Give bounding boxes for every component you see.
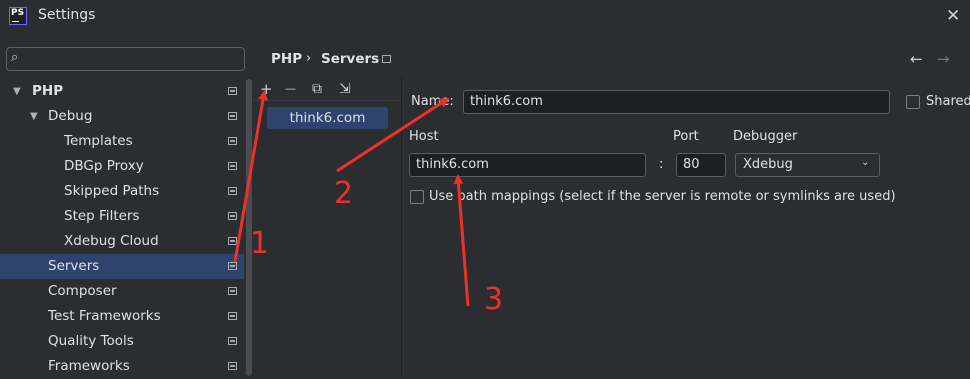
sidebar-item-label: Composer: [48, 283, 117, 299]
sidebar-item-debug[interactable]: ▼ Debug: [0, 104, 244, 129]
shared-checkbox[interactable]: [906, 95, 920, 109]
project-scope-icon: [228, 287, 237, 295]
sidebar-item-xdebug-cloud[interactable]: Xdebug Cloud: [0, 229, 244, 254]
project-scope-icon: [228, 337, 237, 345]
sidebar-item-servers[interactable]: Servers: [0, 254, 244, 279]
title-bar: [0, 0, 970, 36]
project-scope-icon: [228, 262, 237, 270]
remove-server-button[interactable]: —: [285, 80, 296, 98]
sidebar-item-label: Quality Tools: [48, 333, 134, 349]
project-scope-icon: [228, 87, 237, 95]
project-scope-icon: [228, 162, 237, 170]
project-scope-icon: [228, 137, 237, 145]
sidebar-item-label: Xdebug Cloud: [64, 233, 159, 249]
server-list-item[interactable]: think6.com: [267, 107, 388, 129]
sidebar-item-composer[interactable]: Composer: [0, 279, 244, 304]
sidebar-item-label: Skipped Paths: [64, 183, 160, 199]
import-server-button[interactable]: ⇲: [339, 80, 351, 98]
path-mappings-checkbox[interactable]: [410, 190, 424, 204]
project-scope-icon: [382, 55, 391, 63]
sidebar-item-label: Templates: [64, 133, 133, 149]
port-label: Port: [673, 129, 699, 144]
breadcrumb-separator: ›: [306, 51, 312, 66]
sidebar-item-dbgp-proxy[interactable]: DBGp Proxy: [0, 154, 244, 179]
close-icon[interactable]: ✕: [946, 6, 960, 26]
chevron-down-icon[interactable]: ⌄: [861, 157, 869, 168]
host-label: Host: [409, 129, 439, 144]
path-mappings-label[interactable]: Use path mappings (select if the server …: [429, 189, 896, 204]
project-scope-icon: [228, 112, 237, 120]
chevron-down-icon[interactable]: ▼: [30, 104, 38, 129]
phpstorm-logo-icon: PS: [9, 7, 27, 25]
name-label: Name:: [411, 94, 454, 109]
breadcrumb-php[interactable]: PHP: [271, 51, 302, 67]
shared-label[interactable]: Shared: [926, 94, 970, 109]
annotation-number-2: 2: [334, 176, 354, 211]
host-port-separator: :: [659, 157, 664, 172]
sidebar-item-label: DBGp Proxy: [64, 158, 144, 174]
sidebar-item-label: Test Frameworks: [48, 308, 161, 324]
toolbar-divider: [253, 100, 401, 101]
project-scope-icon: [228, 187, 237, 195]
annotation-number-3: 3: [484, 282, 504, 317]
sidebar-item-step-filters[interactable]: Step Filters: [0, 204, 244, 229]
sidebar-item-templates[interactable]: Templates: [0, 129, 244, 154]
port-field[interactable]: 80: [676, 153, 726, 177]
annotation-number-1: 1: [250, 226, 270, 261]
chevron-down-icon[interactable]: ▼: [13, 79, 21, 104]
search-icon[interactable]: ⌕: [11, 50, 18, 65]
host-field[interactable]: think6.com: [409, 153, 646, 177]
sidebar-item-skipped-paths[interactable]: Skipped Paths: [0, 179, 244, 204]
project-scope-icon: [228, 212, 237, 220]
project-scope-icon: [228, 237, 237, 245]
forward-arrow-icon[interactable]: →: [937, 50, 950, 68]
sidebar-item-label: PHP: [32, 83, 64, 99]
window-title: Settings: [38, 7, 96, 23]
back-arrow-icon[interactable]: ←: [910, 50, 923, 68]
add-server-button[interactable]: +: [260, 80, 273, 98]
debugger-label: Debugger: [733, 129, 798, 144]
project-scope-icon: [228, 312, 237, 320]
sidebar-item-label: Step Filters: [64, 208, 140, 224]
sidebar-item-label: Debug: [48, 108, 93, 124]
search-input[interactable]: [34, 49, 238, 71]
breadcrumb-servers: Servers: [321, 51, 380, 67]
sidebar-item-label: Frameworks: [48, 358, 130, 374]
sidebar-item-label: Servers: [48, 258, 100, 274]
project-scope-icon: [228, 362, 237, 370]
debugger-select[interactable]: Xdebug: [735, 153, 880, 177]
copy-server-button[interactable]: ⧉: [312, 80, 322, 98]
sidebar-item-quality-tools[interactable]: Quality Tools: [0, 329, 244, 354]
sidebar-item-php[interactable]: ▼ PHP: [0, 79, 244, 104]
sidebar-item-frameworks[interactable]: Frameworks: [0, 354, 244, 376]
sidebar-item-test-frameworks[interactable]: Test Frameworks: [0, 304, 244, 329]
name-field[interactable]: think6.com: [463, 90, 890, 114]
